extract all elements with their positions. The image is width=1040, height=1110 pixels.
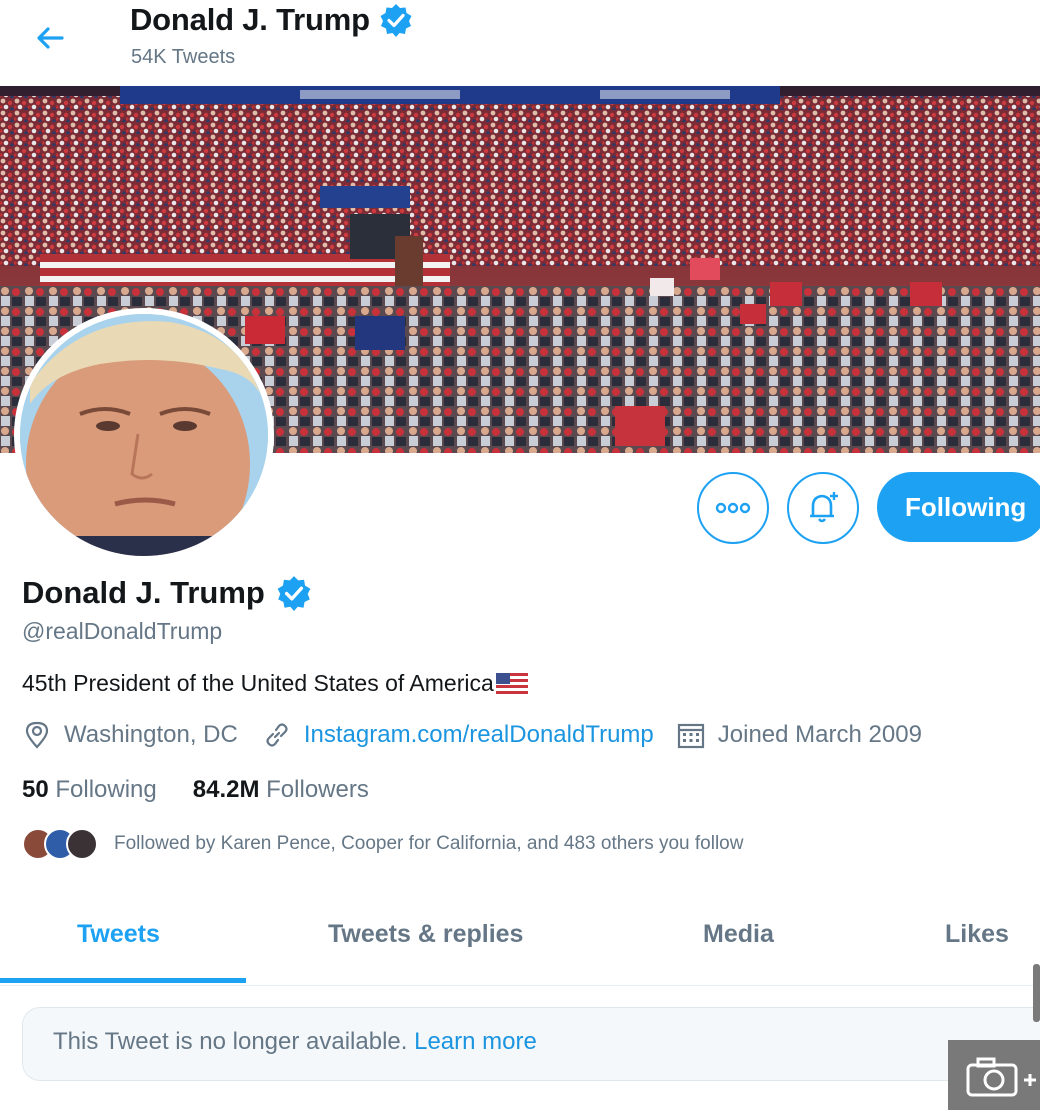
following-label: Following bbox=[55, 776, 157, 803]
header-title: Donald J. Trump bbox=[130, 2, 370, 37]
profile-handle: @realDonaldTrump bbox=[22, 618, 223, 644]
more-button[interactable] bbox=[697, 472, 769, 544]
website: Instagram.com/realDonaldTrump bbox=[262, 720, 654, 750]
tweet-count: 54K Tweets bbox=[131, 46, 236, 68]
follow-stats: 50 Following 84.2M Followers bbox=[22, 776, 405, 804]
top-bar: Donald J. Trump 54K Tweets bbox=[0, 0, 1040, 86]
following-count: 50 bbox=[22, 776, 49, 803]
followed-by-text: Followed by Karen Pence, Cooper for Cali… bbox=[114, 833, 744, 854]
more-icon bbox=[715, 502, 751, 514]
followers-label: Followers bbox=[266, 776, 369, 803]
following-stat[interactable]: 50 Following bbox=[22, 776, 157, 804]
camera-overlay[interactable] bbox=[948, 1040, 1040, 1110]
location: Washington, DC bbox=[22, 720, 238, 750]
header-title-row: Donald J. Trump bbox=[130, 2, 414, 38]
location-pin-icon bbox=[25, 721, 49, 749]
notifications-button[interactable] bbox=[787, 472, 859, 544]
profile-tabs: Tweets Tweets & replies Media Likes bbox=[0, 900, 1040, 986]
verified-badge-icon bbox=[277, 576, 311, 611]
website-link[interactable]: Instagram.com/realDonaldTrump bbox=[304, 721, 654, 749]
profile-meta: Washington, DC Instagram.com/realDonaldT… bbox=[22, 720, 922, 750]
scrollbar-handle[interactable] bbox=[1033, 964, 1040, 1022]
profile-bio: 45th President of the United States of A… bbox=[22, 670, 528, 697]
joined-date: Joined March 2009 bbox=[676, 720, 922, 750]
unavailable-tweet-notice: This Tweet is no longer available. Learn… bbox=[22, 1007, 1040, 1081]
avatar bbox=[66, 828, 98, 860]
tab-tweets-replies[interactable]: Tweets & replies bbox=[328, 920, 523, 949]
following-button[interactable]: Following bbox=[877, 472, 1040, 542]
active-tab-indicator bbox=[0, 978, 246, 983]
bio-text: 45th President of the United States of A… bbox=[22, 670, 494, 696]
tab-tweets[interactable]: Tweets bbox=[77, 920, 160, 949]
location-text: Washington, DC bbox=[64, 721, 238, 748]
verified-badge-icon bbox=[380, 4, 412, 37]
tab-media[interactable]: Media bbox=[703, 920, 774, 949]
back-button[interactable] bbox=[28, 18, 74, 58]
notification-bell-icon bbox=[810, 492, 838, 523]
camera-icon bbox=[966, 1057, 1036, 1097]
tab-likes[interactable]: Likes bbox=[945, 920, 1009, 949]
link-icon bbox=[266, 723, 288, 747]
followed-by[interactable]: Followed by Karen Pence, Cooper for Cali… bbox=[22, 826, 743, 862]
followers-you-know-avatars bbox=[22, 826, 98, 862]
us-flag-icon bbox=[495, 672, 528, 695]
back-arrow-icon bbox=[37, 27, 64, 49]
learn-more-link[interactable]: Learn more bbox=[414, 1028, 537, 1055]
profile-avatar[interactable] bbox=[14, 308, 274, 562]
profile-name: Donald J. Trump bbox=[22, 575, 265, 610]
followers-count: 84.2M bbox=[192, 776, 260, 803]
calendar-icon bbox=[677, 723, 704, 749]
profile-name-row: Donald J. Trump bbox=[22, 574, 313, 612]
notice-text: This Tweet is no longer available. bbox=[53, 1028, 408, 1055]
joined-text: Joined March 2009 bbox=[717, 721, 922, 748]
followers-stat[interactable]: 84.2M Followers bbox=[193, 776, 369, 804]
avatar-photo bbox=[20, 314, 268, 556]
